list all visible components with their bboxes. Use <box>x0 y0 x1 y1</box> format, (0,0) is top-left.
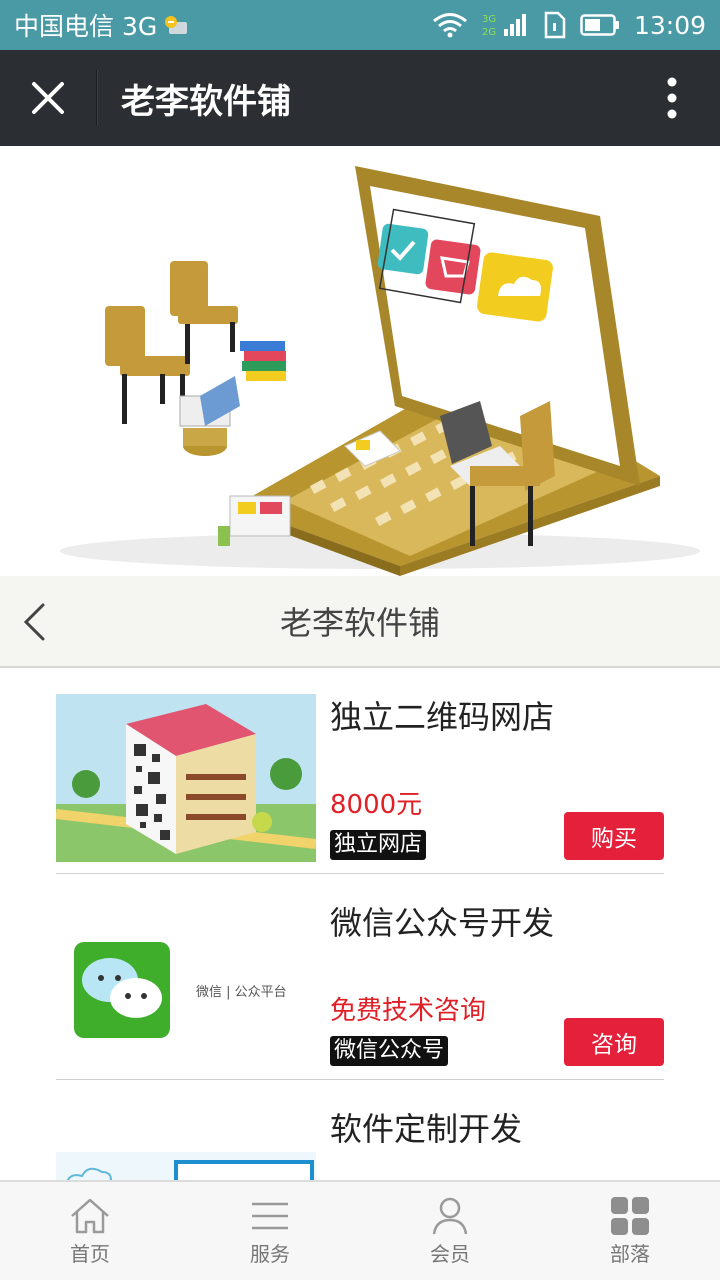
chevron-left-icon <box>23 603 45 641</box>
product-price: 免费技术咨询 <box>330 996 487 1026</box>
consult-button[interactable]: 咨询 <box>564 1018 664 1066</box>
nav-label: 服务 <box>250 1241 290 1266</box>
network-badge-top: 3G <box>482 14 496 25</box>
wifi-icon <box>433 13 467 38</box>
title-divider <box>96 70 97 126</box>
list-icon <box>252 1202 288 1229</box>
sub-header: 老李软件铺 <box>0 576 720 668</box>
product-item[interactable]: 微信 | 公众平台 微信公众号开发 免费技术咨询 微信公众号 咨询 <box>56 874 664 1080</box>
signal-icon: 3G 2G <box>482 14 526 38</box>
back-button[interactable] <box>14 598 54 646</box>
network-badge-bottom: 2G <box>482 27 496 38</box>
status-bar: 中国电信 3G 3G 2G 13:09 <box>0 0 720 50</box>
product-name: 微信公众号开发 <box>330 904 555 942</box>
close-icon <box>32 82 64 114</box>
close-button[interactable] <box>0 50 96 146</box>
nav-label: 首页 <box>70 1241 110 1266</box>
product-name: 独立二维码网店 <box>330 698 555 736</box>
wechat-platform-label: 微信 | 公众平台 <box>196 985 287 1000</box>
status-left: 中国电信 3G <box>14 7 189 43</box>
nav-item-services[interactable]: 服务 <box>180 1182 360 1280</box>
home-icon <box>71 1198 109 1233</box>
more-vertical-icon <box>667 77 677 119</box>
notification-icon <box>165 16 188 34</box>
battery-icon <box>580 14 619 36</box>
grid-icon <box>611 1196 649 1235</box>
more-options-button[interactable] <box>624 50 720 146</box>
nav-item-member[interactable]: 会员 <box>360 1182 540 1280</box>
product-thumbnail[interactable]: 微信 | 公众平台 <box>56 900 316 1068</box>
nav-item-home[interactable]: 首页 <box>0 1182 180 1280</box>
clock: 13:09 <box>633 10 706 40</box>
wechat-logo-image: 微信 | 公众平台 <box>56 900 316 1068</box>
banner-image[interactable] <box>0 146 720 576</box>
product-tag: 微信公众号 <box>330 1036 449 1066</box>
buy-button[interactable]: 购买 <box>564 812 664 860</box>
bottom-nav: 首页 服务 会员 部落 <box>0 1180 720 1280</box>
product-list: 独立二维码网店 8000元 独立网店 购买 微信 | 公众平台 微信公众号开发 … <box>56 668 664 1180</box>
product-thumbnail[interactable] <box>56 694 316 862</box>
nav-item-tribe[interactable]: 部落 <box>540 1182 720 1280</box>
product-thumbnail[interactable] <box>56 1106 316 1180</box>
product-price: 8000元 <box>330 790 423 820</box>
software-illustration-image <box>56 1106 316 1180</box>
product-item[interactable]: 软件定制开发 <box>56 1080 664 1180</box>
product-tag: 独立网店 <box>330 830 427 860</box>
sim-card-icon <box>544 11 566 39</box>
laptop-illustration <box>60 166 700 576</box>
user-icon <box>432 1197 468 1234</box>
page-title: 老李软件铺 <box>121 81 291 122</box>
status-right: 3G 2G 13:09 <box>432 11 706 40</box>
product-name: 软件定制开发 <box>330 1110 523 1148</box>
sub-header-title: 老李软件铺 <box>279 604 440 642</box>
nav-label: 部落 <box>610 1241 650 1266</box>
product-item[interactable]: 独立二维码网店 8000元 独立网店 购买 <box>56 668 664 874</box>
qr-building-image <box>56 694 316 862</box>
carrier-label: 中国电信 3G <box>14 12 158 41</box>
title-bar: 老李软件铺 <box>0 50 720 146</box>
nav-label: 会员 <box>430 1241 470 1266</box>
